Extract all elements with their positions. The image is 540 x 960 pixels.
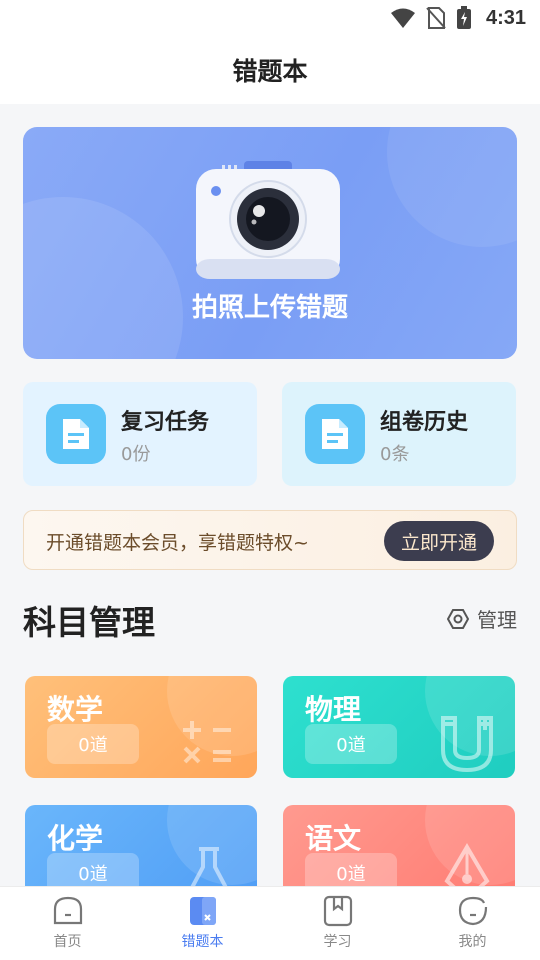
section-title: 科目管理	[23, 603, 155, 642]
bottom-tab-bar: 首页 错题本 学习 我的	[0, 886, 540, 960]
tab-profile[interactable]: 我的	[405, 887, 540, 960]
battery-charging-icon	[456, 6, 471, 29]
tab-home[interactable]: 首页	[0, 887, 135, 960]
review-task-title: 复习任务	[121, 410, 210, 435]
vip-banner[interactable]: 开通错题本会员，享错题特权~ 立即开通	[23, 510, 517, 570]
subject-card-math[interactable]: 数学 0道	[25, 676, 257, 778]
document-icon	[46, 404, 106, 464]
home-icon	[53, 896, 82, 925]
vip-text: 开通错题本会员，享错题特权~	[46, 532, 309, 554]
calculator-icon	[183, 721, 231, 764]
subject-card-physics[interactable]: 物理 0道	[283, 676, 515, 778]
tab-label: 错题本	[181, 934, 224, 950]
status-bar: 4:31	[0, 0, 540, 36]
camera-icon	[196, 161, 340, 279]
review-task-card[interactable]: 复习任务 0份	[23, 382, 257, 486]
subject-count: 0道	[305, 724, 397, 764]
tab-study[interactable]: 学习	[270, 887, 405, 960]
hexagon-settings-icon	[447, 608, 469, 629]
manage-label: 管理	[477, 608, 517, 632]
photo-upload-banner[interactable]: 拍照上传错题	[23, 127, 517, 359]
document-icon	[305, 404, 365, 464]
open-vip-button[interactable]: 立即开通	[384, 521, 494, 561]
exam-history-title: 组卷历史	[380, 410, 469, 435]
notebook-icon	[189, 897, 216, 925]
app-header: 错题本	[0, 36, 540, 104]
exam-history-card[interactable]: 组卷历史 0条	[282, 382, 516, 486]
tab-mistake-book[interactable]: 错题本	[135, 887, 270, 960]
manage-button[interactable]: 管理	[447, 604, 517, 633]
photo-upload-label: 拍照上传错题	[191, 293, 348, 323]
subject-name: 化学	[47, 822, 104, 855]
book-icon	[323, 895, 352, 927]
tab-label: 我的	[458, 934, 487, 950]
decor-blob	[23, 197, 183, 359]
review-task-count: 0份	[121, 444, 151, 465]
wifi-icon	[390, 8, 415, 28]
status-time: 4:31	[485, 6, 526, 29]
profile-icon	[458, 896, 487, 926]
no-sim-icon	[426, 7, 446, 29]
decor-blob	[387, 127, 517, 247]
subject-name: 物理	[305, 693, 362, 726]
status-icons: 4:31	[390, 6, 526, 30]
subject-name: 数学	[47, 693, 104, 726]
tab-label: 首页	[53, 934, 82, 950]
page-title: 错题本	[232, 57, 308, 86]
exam-history-count: 0条	[380, 444, 410, 465]
tab-label: 学习	[323, 934, 352, 950]
magnet-icon	[441, 716, 493, 773]
subject-name: 语文	[305, 822, 362, 855]
subject-count: 0道	[47, 724, 139, 764]
